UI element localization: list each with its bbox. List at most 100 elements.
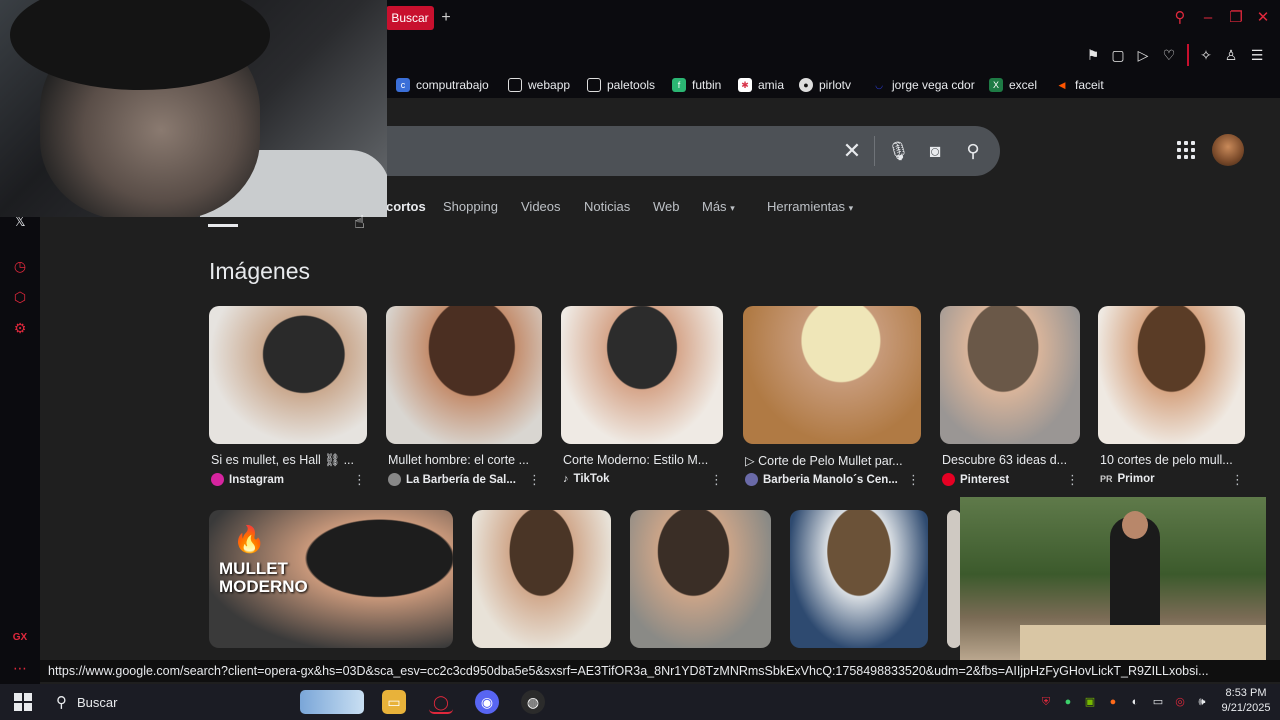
ball-icon: ● xyxy=(799,78,813,92)
more-options-icon[interactable]: ⋮ xyxy=(353,472,366,488)
tab-videos[interactable]: Videos xyxy=(521,199,561,217)
search-icon[interactable]: ⚲ xyxy=(962,140,984,162)
menu-icon[interactable]: ☰ xyxy=(1248,46,1266,64)
image-source-6[interactable]: PR Primor xyxy=(1100,473,1155,485)
image-result-5[interactable] xyxy=(940,306,1080,444)
nvidia-tray-icon[interactable]: ▣ xyxy=(1083,694,1097,710)
image-result-7[interactable]: 🔥 MULLET MODERNO xyxy=(209,510,453,648)
google-apps-icon[interactable] xyxy=(1177,141,1197,161)
image-source-4[interactable]: Barberia Manolo´s Cen... xyxy=(745,473,898,486)
image-title-1[interactable]: Si es mullet, es Hall ⛓ ... xyxy=(211,453,361,468)
obs-icon[interactable]: ◍ xyxy=(521,690,545,714)
image-title-3[interactable]: Corte Moderno: Estilo M... xyxy=(563,453,719,467)
image-result-6[interactable] xyxy=(1098,306,1245,444)
windows-start-icon[interactable] xyxy=(14,693,32,711)
steam-tray-icon[interactable]: ◐ xyxy=(1128,694,1142,710)
microphone-icon[interactable]: 🎙 xyxy=(887,140,910,162)
star-icon: ✱ xyxy=(738,78,752,92)
futbin-icon: f xyxy=(672,78,686,92)
tab-cortos[interactable]: cortos xyxy=(386,199,426,217)
page-icon xyxy=(508,78,522,92)
file-explorer-icon[interactable]: ▭ xyxy=(382,690,406,714)
tab-web[interactable]: Web xyxy=(653,199,680,217)
bookmark-paletools[interactable]: paletools xyxy=(587,76,655,94)
excel-icon: X xyxy=(989,78,1003,92)
image-result-4[interactable] xyxy=(743,306,921,444)
network-tray-icon[interactable]: ▭ xyxy=(1151,694,1165,710)
pip-person-head xyxy=(1122,511,1148,539)
tab-noticias[interactable]: Noticias xyxy=(584,199,630,217)
heart-icon[interactable]: ♡ xyxy=(1160,46,1178,64)
pin-icon[interactable]: ⚑ xyxy=(1084,46,1102,64)
image-title-2[interactable]: Mullet hombre: el corte ... xyxy=(388,453,540,467)
image-overlay-text: MULLET MODERNO xyxy=(219,559,308,596)
bookmark-computrabajo[interactable]: c computrabajo xyxy=(396,76,489,94)
image-title-6[interactable]: 10 cortes de pelo mull... xyxy=(1100,453,1244,467)
taskbar-clock[interactable]: 8:53 PM 9/21/2025 xyxy=(1216,686,1276,716)
image-source-5[interactable]: Pinterest xyxy=(942,473,1009,486)
clear-search-icon[interactable]: ✕ xyxy=(841,140,863,162)
more-options-icon[interactable]: ⋮ xyxy=(907,472,920,488)
image-title-4[interactable]: ▷ Corte de Pelo Mullet par... xyxy=(745,453,917,468)
bookmark-jorge-vega-cdor[interactable]: ◡ jorge vega cdor xyxy=(872,76,975,94)
volume-tray-icon[interactable]: 🕪 xyxy=(1195,694,1209,710)
green-tray-icon[interactable]: ● xyxy=(1061,694,1075,710)
play-icon[interactable]: ▷ xyxy=(1134,46,1152,64)
hand-cursor-icon: ☝ xyxy=(354,212,365,232)
more-options-icon[interactable]: ⋮ xyxy=(1231,472,1244,488)
status-url: https://www.google.com/search?client=ope… xyxy=(40,660,1280,682)
tiktok-icon: ♪ xyxy=(563,473,569,485)
image-source-1[interactable]: Instagram xyxy=(211,473,284,486)
dot-icon: ◡ xyxy=(875,80,883,90)
active-tab[interactable]: Buscar xyxy=(386,6,434,30)
new-tab-button[interactable]: + xyxy=(438,8,454,28)
image-source-3[interactable]: ♪ TikTok xyxy=(563,473,610,485)
history-icon[interactable]: ◷ xyxy=(10,256,30,276)
more-sidebar-icon[interactable]: ⋯ xyxy=(10,658,30,678)
bookmark-webapp[interactable]: webapp xyxy=(508,76,570,94)
search-highlight-image[interactable] xyxy=(300,690,364,714)
lens-camera-icon[interactable]: ◙ xyxy=(924,140,946,162)
bookmark-futbin[interactable]: f futbin xyxy=(672,76,721,94)
page-icon xyxy=(587,78,601,92)
snapshot-icon[interactable]: ▢ xyxy=(1109,46,1127,64)
image-result-9[interactable] xyxy=(630,510,771,648)
image-result-3[interactable] xyxy=(561,306,723,444)
gx-tray-icon[interactable]: ◎ xyxy=(1173,694,1187,710)
video-pip-player[interactable] xyxy=(960,497,1266,669)
tab-mas[interactable]: Más ▾ xyxy=(702,199,735,217)
faceit-icon: ◀ xyxy=(1058,80,1066,90)
image-source-2[interactable]: La Barbería de Sal... xyxy=(388,473,516,486)
image-result-11[interactable] xyxy=(947,510,961,648)
orange-tray-icon[interactable]: ● xyxy=(1106,694,1120,710)
tab-shopping[interactable]: Shopping xyxy=(443,199,498,217)
search-tabs-icon[interactable]: ⚲ xyxy=(1171,8,1189,28)
account-avatar[interactable] xyxy=(1212,134,1244,166)
more-options-icon[interactable]: ⋮ xyxy=(710,472,723,488)
restore-icon[interactable]: ❐ xyxy=(1227,8,1245,28)
image-result-1[interactable] xyxy=(209,306,367,444)
discord-icon[interactable]: ◉ xyxy=(475,690,499,714)
image-result-8[interactable] xyxy=(472,510,611,648)
profile-icon[interactable]: ♙ xyxy=(1222,46,1240,64)
gx-control-icon[interactable]: GX xyxy=(10,628,30,648)
more-options-icon[interactable]: ⋮ xyxy=(1066,472,1079,488)
bookmark-excel[interactable]: Xexcel xyxy=(989,76,1037,94)
image-result-10[interactable] xyxy=(790,510,928,648)
minimize-icon[interactable]: – xyxy=(1199,8,1217,28)
bookmark-amia[interactable]: ✱ amia xyxy=(738,76,784,94)
active-tab-indicator xyxy=(208,224,238,227)
opera-gx-taskbar-icon[interactable]: ◯ xyxy=(429,690,453,714)
image-result-2[interactable] xyxy=(386,306,542,444)
extensions-icon[interactable]: ✧ xyxy=(1197,46,1215,64)
more-options-icon[interactable]: ⋮ xyxy=(528,472,541,488)
instagram-icon xyxy=(211,473,224,486)
bookmark-faceit[interactable]: ◀ faceit xyxy=(1055,76,1104,94)
bookmark-pirlotv[interactable]: ● pirlotv xyxy=(799,76,851,94)
close-window-icon[interactable]: ✕ xyxy=(1254,8,1272,28)
shield-tray-icon[interactable]: ⛨ xyxy=(1039,694,1053,710)
extensions-sidebar-icon[interactable]: ⬡ xyxy=(10,287,30,307)
tab-herramientas[interactable]: Herramientas ▾ xyxy=(767,199,853,217)
image-title-5[interactable]: Descubre 63 ideas d... xyxy=(942,453,1078,467)
settings-gear-icon[interactable]: ⚙ xyxy=(10,318,30,338)
